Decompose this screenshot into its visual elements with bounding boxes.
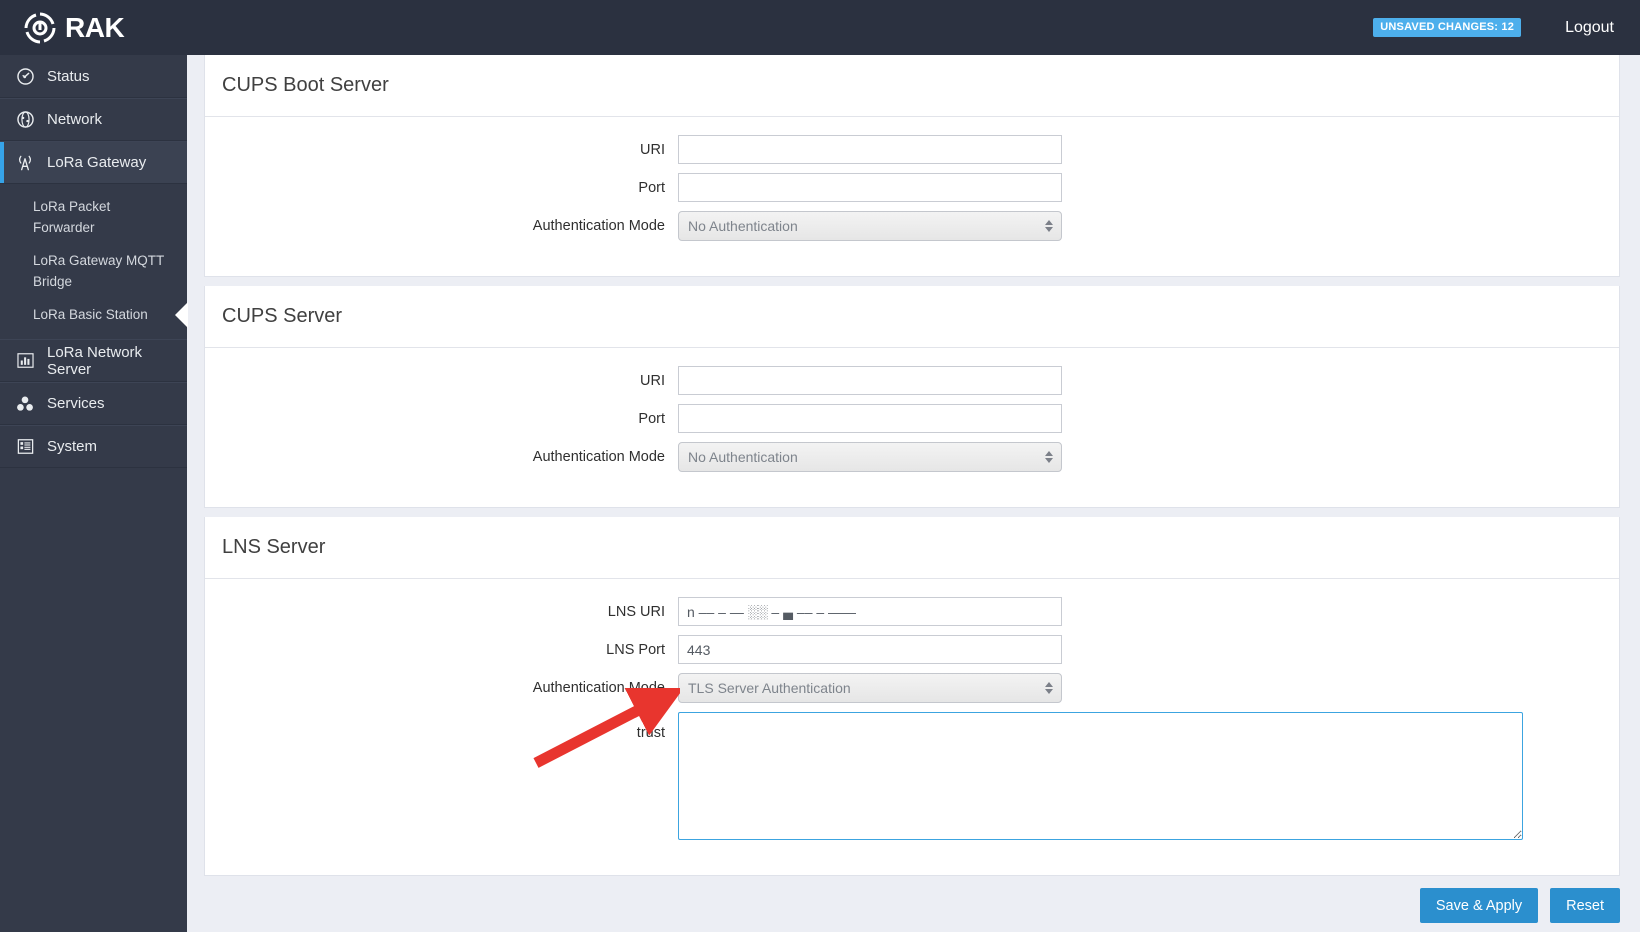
form-row-lns-port: LNS Port [205,635,1619,664]
field-label: Port [638,179,665,196]
lns-auth-mode-select[interactable]: TLS Server Authentication [678,673,1062,703]
sidebar-item-label: LoRa Gateway [47,154,147,171]
cups-uri-input[interactable] [678,366,1062,395]
sidebar-item-lora-network-server[interactable]: LoRa Network Server [0,339,187,382]
sidebar-item-lora-gateway[interactable]: LoRa Gateway [0,141,187,184]
form-row-authentication-mode: Authentication Mode TLS Server Authentic… [205,673,1619,703]
field-label: LNS URI [607,603,665,620]
field-label: URI [640,141,665,158]
cups-boot-auth-mode-select[interactable]: No Authentication [678,211,1062,241]
sidebar-subitem-lora-gateway-mqtt-bridge[interactable]: LoRa Gateway MQTT Bridge [0,244,187,298]
lns-uri-input[interactable] [678,597,1062,626]
field-label: LNS Port [606,641,665,658]
sidebar: Status Network LoRa Gateway LoRa Packet … [0,55,187,932]
form-row-trust: trust [205,712,1619,840]
rak-swirl-logo-icon [22,10,58,46]
select-wrapper: TLS Server Authentication [678,673,1062,703]
sidebar-subnav-lora-gateway: LoRa Packet Forwarder LoRa Gateway MQTT … [0,184,187,339]
main-content: CUPS Boot Server URI Port Authentication… [187,55,1640,932]
sidebar-item-services[interactable]: Services [0,382,187,425]
form-row-lns-uri: LNS URI [205,597,1619,626]
sidebar-item-status[interactable]: Status [0,55,187,98]
form-row-port: Port [205,404,1619,433]
form-row-authentication-mode: Authentication Mode No Authentication [205,442,1619,472]
page-title: CUPS Boot Server [205,55,1619,117]
sidebar-subitem-label: LoRa Gateway MQTT Bridge [33,253,165,289]
sidebar-item-label: Network [47,111,103,128]
field-label: Port [638,410,665,427]
cups-boot-uri-input[interactable] [678,135,1062,164]
lns-port-input[interactable] [678,635,1062,664]
field-label: Authentication Mode [532,218,665,234]
sidebar-item-label: LoRa Network Server [47,343,143,378]
antenna-signal-icon [14,152,36,174]
brand-logo-group[interactable]: RAK [22,10,125,46]
form-row-uri: URI [205,135,1619,164]
sidebar-subitem-label: LoRa Packet Forwarder [33,199,111,235]
blocks-cubes-icon [14,393,36,415]
page-title: CUPS Server [205,286,1619,348]
panel-cups-server: CUPS Server URI Port Authentication Mode… [204,286,1620,508]
form-row-authentication-mode: Authentication Mode No Authentication [205,211,1619,241]
sidebar-item-label: Services [47,395,105,412]
bar-chart-icon [14,350,36,372]
form-row-port: Port [205,173,1619,202]
form-actions: Save & Apply Reset [204,888,1620,923]
top-bar: RAK UNSAVED CHANGES: 12 Logout [0,0,1640,55]
field-label: URI [640,372,665,389]
list-panel-icon [14,436,36,458]
dashboard-gauge-icon [14,65,36,87]
field-label: trust [636,725,665,741]
network-globe-icon [14,109,36,131]
brand-title: RAK [65,11,125,43]
panel-body: URI Port Authentication Mode No Authenti… [205,117,1619,276]
cups-boot-port-input[interactable] [678,173,1062,202]
sidebar-item-label: System [47,438,98,455]
reset-button[interactable]: Reset [1550,888,1620,923]
field-label: Authentication Mode [532,680,665,696]
field-label: Authentication Mode [532,449,665,465]
panel-cups-boot-server: CUPS Boot Server URI Port Authentication… [204,55,1620,277]
logout-link[interactable]: Logout [1565,19,1614,37]
sidebar-subitem-lora-packet-forwarder[interactable]: LoRa Packet Forwarder [0,190,187,244]
panel-lns-server: LNS Server LNS URI LNS Port Authenticati… [204,517,1620,876]
status-badge-unsaved-changes[interactable]: UNSAVED CHANGES: 12 [1373,18,1522,37]
select-wrapper: No Authentication [678,442,1062,472]
form-row-uri: URI [205,366,1619,395]
cups-port-input[interactable] [678,404,1062,433]
trust-textarea[interactable] [678,712,1523,840]
select-wrapper: No Authentication [678,211,1062,241]
save-and-apply-button[interactable]: Save & Apply [1419,888,1539,923]
sidebar-subitem-label: LoRa Basic Station [33,307,148,322]
panel-body: LNS URI LNS Port Authentication Mode TLS… [205,579,1619,875]
sidebar-subitem-lora-basic-station[interactable]: LoRa Basic Station [0,298,187,331]
top-bar-right: UNSAVED CHANGES: 12 Logout [1373,18,1614,37]
cups-auth-mode-select[interactable]: No Authentication [678,442,1062,472]
sidebar-item-network[interactable]: Network [0,98,187,141]
panel-spacer [187,508,1640,517]
sidebar-item-label: Status [47,67,90,85]
panel-body: URI Port Authentication Mode No Authenti… [205,348,1619,507]
sidebar-item-system[interactable]: System [0,425,187,468]
panel-spacer [187,277,1640,286]
page-title: LNS Server [205,517,1619,579]
